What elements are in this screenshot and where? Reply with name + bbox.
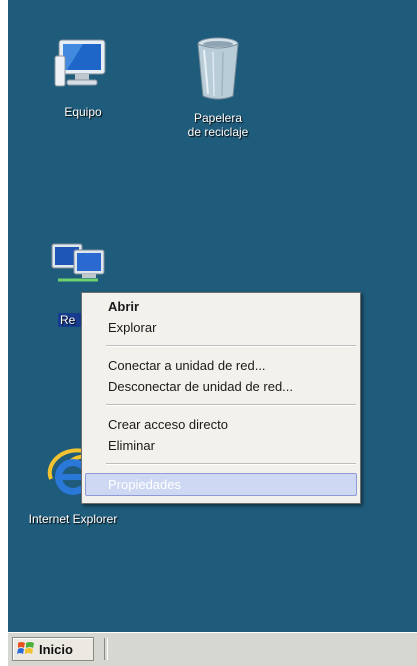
start-button[interactable]: Inicio [12, 637, 94, 661]
context-menu: Abrir Explorar Conectar a unidad de red.… [81, 292, 361, 504]
menu-item-conectar-unidad-red[interactable]: Conectar a unidad de red... [108, 356, 266, 376]
desktop-icon-papelera[interactable]: Papelera de reciclaje [168, 36, 268, 139]
start-button-label: Inicio [39, 641, 73, 657]
taskbar-divider [104, 638, 108, 660]
menu-item-crear-acceso-directo[interactable]: Crear acceso directo [108, 415, 228, 435]
desktop-icon-label: Papelera de reciclaje [187, 111, 249, 139]
computer-icon [33, 36, 133, 99]
menu-separator [106, 404, 356, 406]
menu-item-abrir[interactable]: Abrir [108, 297, 139, 317]
windows-flag-icon [17, 640, 35, 659]
menu-item-propiedades[interactable]: Propiedades [85, 473, 357, 496]
taskbar: Inicio [8, 632, 417, 666]
menu-separator [106, 345, 356, 347]
desktop-icon-equipo[interactable]: Equipo [33, 36, 133, 119]
desktop-icon-label: Internet Explorer [28, 512, 118, 526]
menu-gutter [82, 293, 102, 503]
menu-item-desconectar-unidad-red[interactable]: Desconectar de unidad de red... [108, 377, 293, 397]
desktop-icon-label: Equipo [64, 105, 102, 119]
menu-item-eliminar[interactable]: Eliminar [108, 436, 155, 456]
menu-item-explorar[interactable]: Explorar [108, 318, 156, 338]
menu-item-label: Propiedades [108, 477, 181, 492]
menu-separator [106, 463, 356, 465]
network-icon [48, 240, 105, 291]
recycle-bin-icon [168, 36, 268, 105]
